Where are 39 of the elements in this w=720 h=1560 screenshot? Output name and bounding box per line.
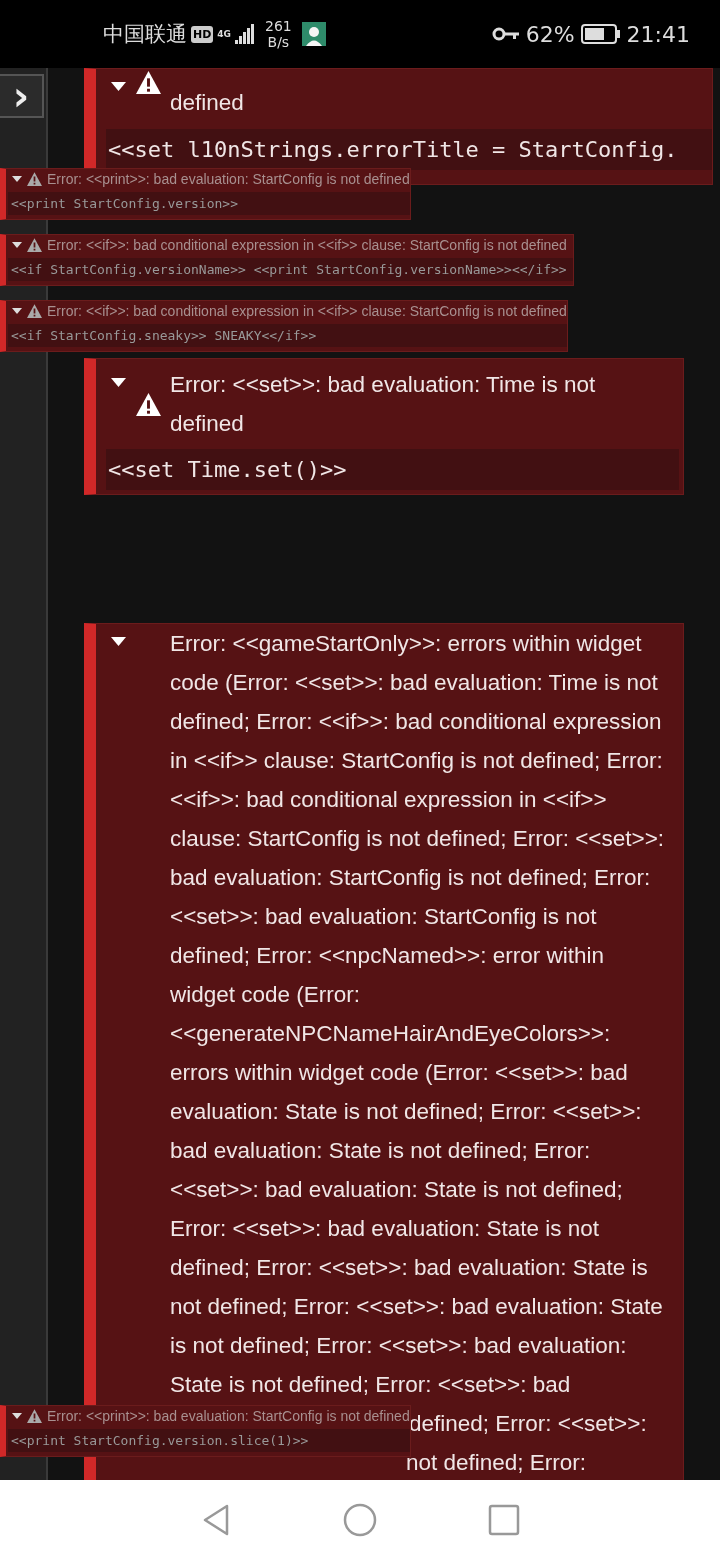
error-message: defined <box>170 89 245 117</box>
network-type: 4G <box>217 29 231 39</box>
error-message: defined; Error: <<set>>: <box>409 1410 647 1438</box>
code-block: <<print StartConfig.version>> <box>8 192 410 215</box>
code-block: <<if StartConfig.sneaky>> SNEAKY<</if>> <box>8 324 567 347</box>
key-icon <box>491 26 520 42</box>
caret-icon[interactable] <box>12 174 22 184</box>
home-icon[interactable] <box>343 1503 377 1537</box>
battery-icon <box>580 24 621 44</box>
code-block: <<set Time.set()>> <box>106 449 679 490</box>
carrier-name: 中国联通 <box>103 21 187 48</box>
avatar-icon <box>301 22 326 46</box>
signal-icon <box>235 24 255 44</box>
error-message: Error: <<if>>: bad conditional expression in <<if>> clause: StartConfig is not defined <box>47 303 567 319</box>
error-message: Error: <<if>>: bad conditional expression in <<if>> clause: StartConfig is not defined <box>47 237 567 253</box>
code-block: <<print StartConfig.version.slice(1)>> <box>8 1429 410 1452</box>
speed-value: 261 <box>265 17 292 34</box>
battery-percent: 62% <box>525 21 575 47</box>
caret-icon[interactable] <box>111 79 126 94</box>
error-message: Error: <<set>>: bad evaluation: Time is not defined <box>170 371 597 438</box>
code-block: <<if StartConfig.versionName>> <<print StartConfig.versionName>><</if>> <box>8 258 573 281</box>
warning-icon <box>27 238 42 252</box>
recents-icon[interactable] <box>487 1503 521 1537</box>
caret-icon[interactable] <box>111 375 126 390</box>
speed-unit: B/s <box>267 34 290 51</box>
error-message: Error: <<print>>: bad evaluation: StartConfig is not defined <box>47 1408 410 1424</box>
error-message: Error: <<print>>: bad evaluation: StartConfig is not defined <box>47 171 410 187</box>
clock: 21:41 <box>626 21 690 47</box>
code-block: <<set l10nStrings.errorTitle = StartConfig. <box>106 129 712 170</box>
sidebar-toggle[interactable]: › <box>0 74 44 118</box>
hd-badge: HD <box>191 25 214 43</box>
error-message: not defined; Error: <box>406 1449 587 1477</box>
warning-icon <box>27 172 42 186</box>
warning-icon <box>27 304 42 318</box>
caret-icon[interactable] <box>111 634 126 649</box>
warning-icon <box>27 1409 42 1423</box>
caret-icon[interactable] <box>12 306 22 316</box>
caret-icon[interactable] <box>12 240 22 250</box>
caret-icon[interactable] <box>12 1411 22 1421</box>
